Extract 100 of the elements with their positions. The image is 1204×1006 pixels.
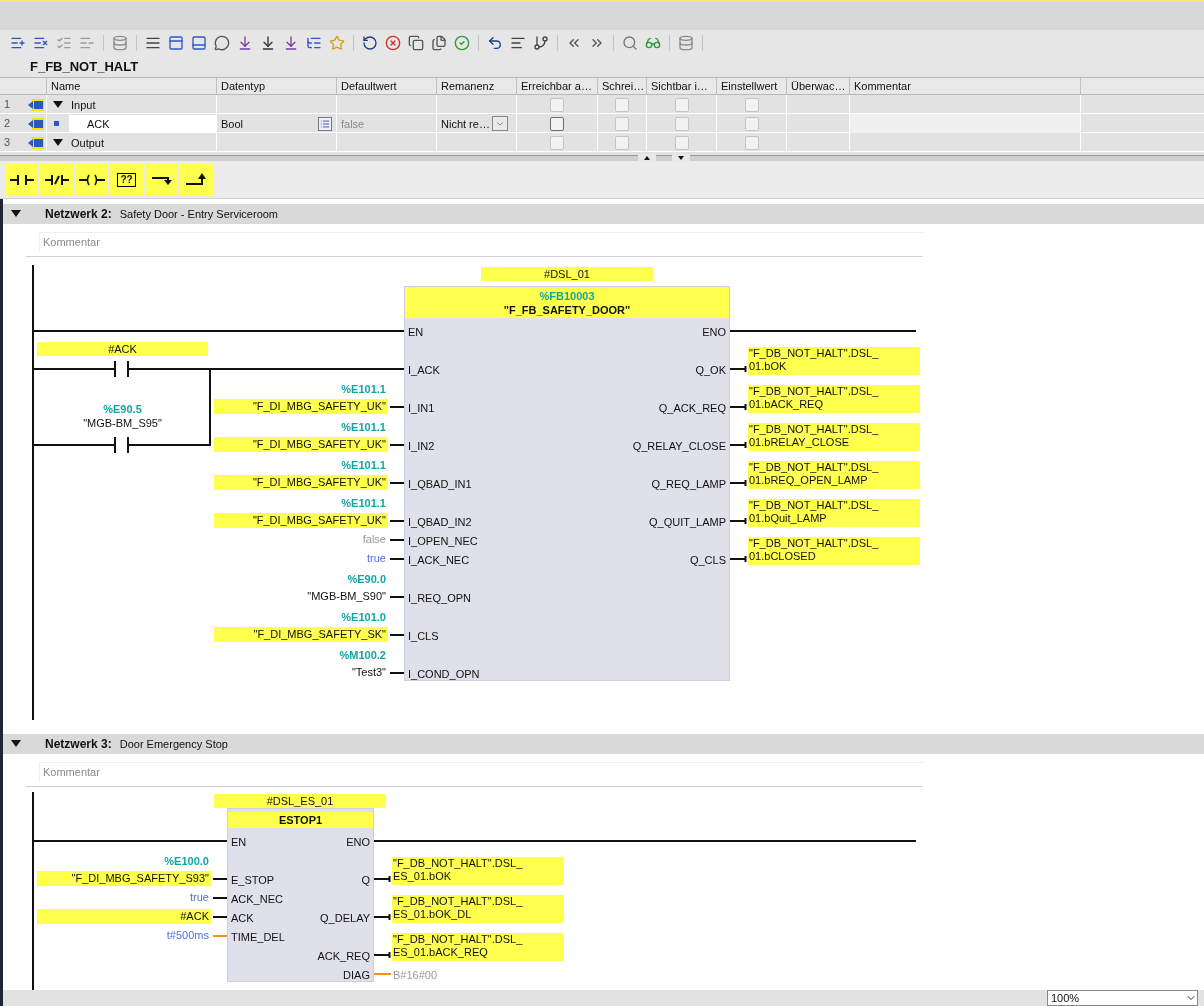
tag-address: %E101.1 bbox=[340, 458, 386, 473]
ladder-tool-button[interactable] bbox=[5, 163, 38, 196]
expand-icon[interactable] bbox=[11, 210, 21, 218]
bullet-icon bbox=[54, 121, 59, 127]
expand-icon[interactable] bbox=[53, 100, 63, 109]
operand: "F_DB_NOT_HALT".DSL_ ES_01.bACK_REQ bbox=[392, 933, 564, 961]
tag-address: %E100.0 bbox=[163, 854, 209, 869]
pin-label: Q_ACK_REQ bbox=[658, 401, 726, 416]
download-icon[interactable] bbox=[237, 34, 253, 51]
operand: "F_DI_MBG_SAFETY_UK" bbox=[214, 475, 388, 490]
column-header[interactable]: Überwac… bbox=[786, 78, 849, 95]
checkbox[interactable] bbox=[550, 116, 564, 131]
pin-label: I_CLS bbox=[408, 629, 439, 644]
ladder-tool-button[interactable] bbox=[75, 163, 108, 196]
column-header[interactable]: Erreichbar a… bbox=[516, 78, 597, 95]
download-icon[interactable] bbox=[260, 34, 276, 51]
operand: true bbox=[189, 890, 210, 905]
default-value: false bbox=[341, 116, 365, 132]
closed-contact-icon bbox=[44, 173, 69, 186]
pin-label: Q_CLS bbox=[689, 553, 726, 568]
contact-symbol bbox=[114, 361, 129, 377]
comment-cell[interactable] bbox=[849, 114, 1080, 134]
network-description: Door Emergency Stop bbox=[119, 736, 228, 752]
comment-field[interactable]: Kommentar bbox=[39, 761, 923, 782]
pin-label: Q_DELAY bbox=[320, 911, 370, 926]
column-header[interactable]: Datentyp bbox=[216, 78, 336, 95]
column-header[interactable]: Schrei… bbox=[597, 78, 646, 95]
operand: "F_DI_MBG_SAFETY_SK" bbox=[214, 627, 388, 642]
comment-field[interactable]: Kommentar bbox=[39, 231, 923, 252]
column-header[interactable]: Einstellwert bbox=[716, 78, 786, 95]
close-branch-icon bbox=[185, 172, 208, 187]
expand-icon[interactable] bbox=[53, 138, 63, 147]
dropdown-button[interactable] bbox=[491, 116, 508, 132]
contact-symbol bbox=[114, 437, 129, 453]
row-number: 3 bbox=[3, 135, 12, 151]
pin-label: I_QBAD_IN1 bbox=[408, 477, 472, 492]
branch-icon[interactable] bbox=[533, 34, 549, 51]
panel-top-icon[interactable] bbox=[168, 34, 184, 51]
tag-address: %E90.0 bbox=[346, 572, 386, 587]
expand-icon[interactable] bbox=[11, 740, 21, 748]
column-header[interactable]: Remanenz bbox=[436, 78, 516, 95]
circle-x-icon[interactable] bbox=[385, 34, 401, 51]
circle-check-icon[interactable] bbox=[454, 34, 470, 51]
pin-label: I_COND_OPN bbox=[408, 667, 480, 682]
download-icon[interactable] bbox=[283, 34, 299, 51]
operand: "F_DI_MBG_SAFETY_UK" bbox=[214, 437, 388, 452]
retain-value: Nicht re… bbox=[441, 116, 490, 132]
undo-icon[interactable] bbox=[487, 34, 503, 51]
operand: B#16#00 bbox=[393, 968, 438, 983]
pin-label: I_ACK_NEC bbox=[408, 553, 470, 568]
column-header[interactable]: Kommentar bbox=[849, 78, 1080, 95]
list-button[interactable] bbox=[318, 116, 332, 131]
section-name: Input bbox=[71, 97, 96, 113]
panel-bottom-icon[interactable] bbox=[191, 34, 207, 51]
speech-bubble-icon[interactable] bbox=[214, 34, 230, 51]
block-address: %FB10003 bbox=[539, 288, 595, 303]
ladder-tool-button[interactable] bbox=[145, 163, 178, 196]
instance-name: #DSL_ES_01 bbox=[214, 794, 386, 808]
zoom-dropdown[interactable]: 100% bbox=[1047, 990, 1198, 1006]
tag-address: %E101.1 bbox=[340, 496, 386, 511]
column-header[interactable]: Name bbox=[46, 78, 216, 95]
database-icon[interactable] bbox=[112, 34, 128, 51]
operand: "MGB-BM_S90" bbox=[306, 589, 387, 604]
pin-label: Q bbox=[361, 873, 370, 888]
operand: "F_DB_NOT_HALT".DSL_ 01.bQuit_LAMP bbox=[748, 499, 920, 527]
copy-icon[interactable] bbox=[408, 34, 424, 51]
scroll-down-icon[interactable] bbox=[672, 154, 690, 162]
pin-label: TIME_DEL bbox=[231, 930, 285, 945]
operand: "F_DI_MBG_SAFETY_UK" bbox=[214, 513, 388, 528]
pin-label: EN bbox=[408, 325, 424, 340]
tag-address: %E101.0 bbox=[340, 610, 386, 625]
ladder-tool-button[interactable]: ?? bbox=[110, 163, 143, 196]
operand: "F_DB_NOT_HALT".DSL_ 01.bREQ_OPEN_LAMP bbox=[748, 461, 920, 489]
ladder-tool-button[interactable] bbox=[180, 163, 213, 196]
operand: "F_DB_NOT_HALT".DSL_ 01.bACK_REQ bbox=[748, 385, 920, 413]
files-icon[interactable] bbox=[431, 34, 447, 51]
operand: "Test3" bbox=[350, 665, 387, 680]
search-icon[interactable] bbox=[622, 34, 638, 51]
pin-label: EN bbox=[231, 835, 247, 850]
pin-label: Q_RELAY_CLOSE bbox=[632, 439, 726, 454]
interface-icon bbox=[28, 98, 44, 111]
database-icon[interactable] bbox=[678, 34, 694, 51]
pin-label: I_IN1 bbox=[408, 401, 435, 416]
open-branch-icon bbox=[151, 174, 172, 185]
rotate-icon[interactable] bbox=[362, 34, 378, 51]
star-icon[interactable] bbox=[329, 34, 345, 51]
datatype-text: Bool bbox=[221, 116, 244, 132]
network-title: Netzwerk 3: bbox=[45, 736, 112, 753]
block-name: ESTOP1 bbox=[278, 813, 323, 827]
ladder-tool-button[interactable] bbox=[40, 163, 73, 196]
section-name: Output bbox=[71, 135, 105, 151]
column-header[interactable]: Sichtbar i… bbox=[646, 78, 716, 95]
contact-operand: #ACK bbox=[37, 342, 208, 356]
tag-address: %M100.2 bbox=[338, 648, 386, 663]
pin-label: Q_OK bbox=[695, 363, 726, 378]
column-header[interactable]: Defaultwert bbox=[336, 78, 436, 95]
scroll-up-icon[interactable] bbox=[638, 154, 656, 162]
pin-label: I_OPEN_NEC bbox=[408, 534, 478, 549]
operand: "F_DB_NOT_HALT".DSL_ 01.bCLOSED bbox=[748, 537, 920, 565]
name-field[interactable]: ACK bbox=[69, 114, 216, 133]
